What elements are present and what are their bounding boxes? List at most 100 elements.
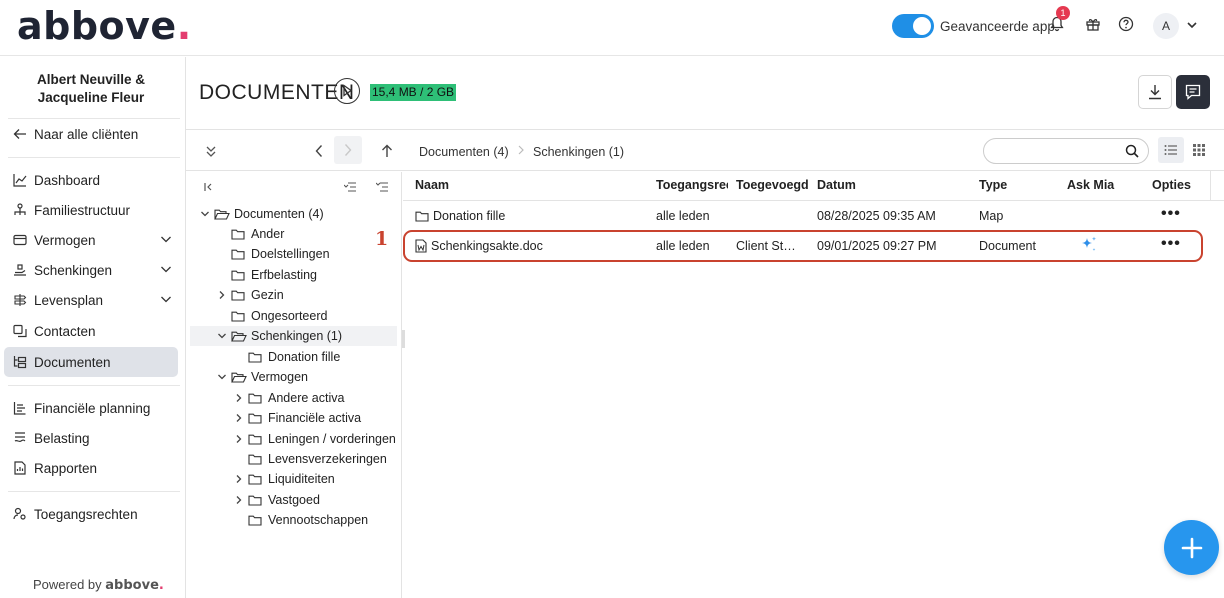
tree-node-schenkingen[interactable]: Schenkingen (1) xyxy=(190,326,397,346)
wallet-icon xyxy=(12,232,28,248)
folder-icon xyxy=(248,351,264,363)
column-header-toegangsrechten[interactable]: Toegangsrec xyxy=(656,178,728,192)
sidebar-divider xyxy=(8,157,180,158)
notification-badge: 1 xyxy=(1056,6,1070,20)
logo-text: abbove xyxy=(17,4,177,48)
tree-node-label: Vermogen xyxy=(251,370,308,384)
back-to-clients-link[interactable]: Naar alle cliënten xyxy=(4,119,178,149)
tree-node-andere-activa[interactable]: Andere activa xyxy=(190,388,397,408)
back-icon[interactable] xyxy=(310,142,328,160)
row-name: Donation fille xyxy=(433,209,506,223)
collapse-panel-icon[interactable] xyxy=(204,180,212,195)
breadcrumb-schenkingen[interactable]: Schenkingen (1) xyxy=(533,145,624,159)
breadcrumb-documenten[interactable]: Documenten (4) xyxy=(419,145,509,159)
arrow-left-icon xyxy=(12,126,28,142)
sidebar-item-levensplan[interactable]: Levensplan xyxy=(4,285,178,315)
chevron-right-icon[interactable] xyxy=(232,495,246,505)
tree-node-label: Schenkingen (1) xyxy=(251,329,343,343)
gift-icon[interactable] xyxy=(1085,16,1105,36)
chevron-down-icon[interactable] xyxy=(215,331,229,341)
tree-node-ongesorteerd[interactable]: Ongesorteerd xyxy=(190,306,397,326)
chat-button[interactable] xyxy=(1176,75,1210,109)
tree-node-documenten[interactable]: Documenten (4) xyxy=(190,204,397,224)
user-key-icon xyxy=(12,506,28,522)
row-access: alle leden xyxy=(656,209,710,223)
advanced-app-toggle[interactable] xyxy=(892,14,934,38)
sidebar-item-financiele-planning[interactable]: Financiële planning xyxy=(4,393,178,423)
folder-tree: Documenten (4) Ander Doelstellingen Erfbela… xyxy=(186,172,402,598)
tree-node-vennootschappen[interactable]: Vennootschappen xyxy=(190,510,397,530)
list-view-button[interactable] xyxy=(1158,137,1184,163)
collapse-all-icon[interactable] xyxy=(202,142,220,160)
help-icon[interactable] xyxy=(1118,16,1138,36)
storage-usage-badge: 15,4 MB / 2 GB xyxy=(370,84,457,101)
sidebar-item-label: Toegangsrechten xyxy=(34,506,138,522)
download-button[interactable] xyxy=(1138,75,1172,109)
tree-node-doelstellingen[interactable]: Doelstellingen xyxy=(190,244,397,264)
tree-node-leningen-vorderingen[interactable]: Leningen / vorderingen xyxy=(190,429,397,449)
chevron-down-icon[interactable] xyxy=(160,233,172,248)
hand-gift-icon xyxy=(12,262,28,278)
chevron-down-icon[interactable] xyxy=(198,209,212,219)
sidebar-item-contacten[interactable]: Contacten xyxy=(4,316,178,346)
forward-button[interactable] xyxy=(334,136,362,164)
chevron-down-icon[interactable] xyxy=(160,263,172,278)
sidebar-item-rapporten[interactable]: Rapporten xyxy=(4,453,178,483)
grid-view-button[interactable] xyxy=(1186,137,1212,163)
column-header-type[interactable]: Type xyxy=(979,178,1049,192)
sidebar-item-belasting[interactable]: Belasting xyxy=(4,423,178,453)
expand-tree-icon[interactable] xyxy=(375,180,388,195)
tree-node-vastgoed[interactable]: Vastgoed xyxy=(190,490,397,510)
sidebar-item-documenten[interactable]: Documenten xyxy=(4,347,178,377)
up-arrow-icon[interactable] xyxy=(378,142,396,160)
add-button[interactable] xyxy=(1164,520,1219,575)
chevron-down-icon[interactable] xyxy=(160,293,172,308)
sidebar-item-familiestructuur[interactable]: Familiestructuur xyxy=(4,195,178,225)
chart-line-icon xyxy=(12,172,28,188)
chat-icon xyxy=(1185,84,1201,100)
row-name-cell[interactable]: Donation fille xyxy=(415,209,505,223)
documents-toolbar: Documenten (4) Schenkingen (1) xyxy=(186,130,1224,171)
documents-panel: Documenten (4) Schenkingen (1) Documente… xyxy=(186,129,1224,598)
tree-node-gezin[interactable]: Gezin xyxy=(190,285,397,305)
tree-node-label: Andere activa xyxy=(268,391,345,405)
sidebar-item-schenkingen[interactable]: Schenkingen xyxy=(4,255,178,285)
column-header-datum[interactable]: Datum xyxy=(817,178,967,192)
sidebar-item-label: Financiële planning xyxy=(34,400,151,416)
forward-icon xyxy=(344,144,352,156)
column-header-naam[interactable]: Naam xyxy=(415,178,645,192)
folder-icon xyxy=(231,248,247,260)
sidebar-item-toegangsrechten[interactable]: Toegangsrechten xyxy=(4,499,178,529)
folder-icon xyxy=(248,453,264,465)
tree-node-erfbelasting[interactable]: Erfbelasting xyxy=(190,265,397,285)
sidebar-item-vermogen[interactable]: Vermogen xyxy=(4,225,178,255)
chevron-right-icon[interactable] xyxy=(232,413,246,423)
tree-node-donation-fille[interactable]: Donation fille xyxy=(190,347,397,367)
chevron-right-icon[interactable] xyxy=(215,290,229,300)
play-video-button[interactable] xyxy=(334,78,360,104)
column-header-toegevoegd[interactable]: Toegevoegd xyxy=(736,178,808,192)
tree-node-ander[interactable]: Ander xyxy=(190,224,397,244)
tree-node-label: Donation fille xyxy=(268,350,341,364)
collapse-tree-icon[interactable] xyxy=(343,180,356,195)
table-row[interactable]: Donation fille alle leden 08/28/2025 09:… xyxy=(403,201,1203,231)
chevron-down-icon[interactable] xyxy=(1186,19,1198,34)
row-options-button[interactable]: ••• xyxy=(1161,205,1181,223)
panel-resize-handle[interactable] xyxy=(402,330,405,348)
report-icon xyxy=(12,460,28,476)
avatar[interactable]: A xyxy=(1153,13,1179,39)
search-input[interactable] xyxy=(983,138,1149,164)
tree-node-liquiditeiten[interactable]: Liquiditeiten xyxy=(190,469,397,489)
chevron-right-icon[interactable] xyxy=(232,434,246,444)
abbove-logo[interactable]: abbove. xyxy=(17,4,192,48)
tree-node-vermogen[interactable]: Vermogen xyxy=(190,367,397,387)
sidebar-item-label: Contacten xyxy=(34,323,96,339)
tree-node-label: Ongesorteerd xyxy=(251,309,328,323)
chevron-right-icon[interactable] xyxy=(232,474,246,484)
tree-node-levensverzekeringen[interactable]: Levensverzekeringen xyxy=(190,449,397,469)
folder-icon xyxy=(231,269,247,281)
tree-node-financiele-activa[interactable]: Financiële activa xyxy=(190,408,397,428)
chevron-down-icon[interactable] xyxy=(215,372,229,382)
sidebar-item-dashboard[interactable]: Dashboard xyxy=(4,165,178,195)
chevron-right-icon[interactable] xyxy=(232,393,246,403)
